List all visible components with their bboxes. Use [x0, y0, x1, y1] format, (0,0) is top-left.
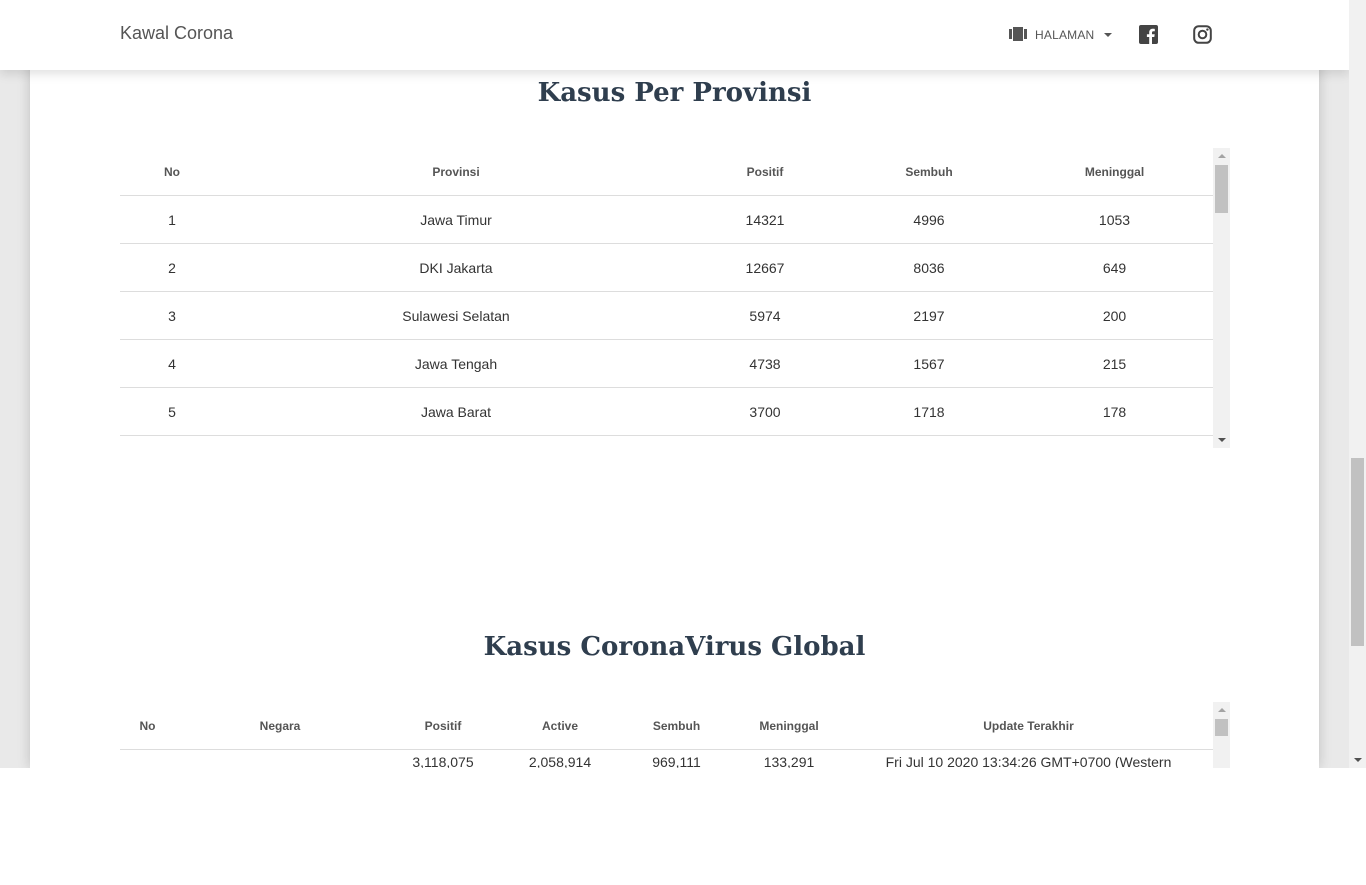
cell-positif: 14321	[688, 195, 842, 244]
cell-no	[120, 750, 175, 769]
provinsi-table-scrollbar[interactable]	[1213, 148, 1230, 448]
cell-meninggal: 1053	[1016, 195, 1213, 244]
table-row: 1 Jawa Timur 14321 4996 1053	[120, 195, 1213, 244]
cell-meninggal: 133,291	[763, 754, 815, 768]
cell-provinsi: Jawa Tengah	[224, 339, 688, 388]
cell-sembuh: 8036	[842, 243, 1016, 292]
cell-positif: 4738	[688, 339, 842, 388]
global-table-container[interactable]: No Negara Positif Active Sembuh Meningga…	[120, 702, 1230, 768]
table-row: 5 Jawa Barat 3700 1718 178	[120, 387, 1213, 436]
page-scrollbar[interactable]	[1349, 0, 1366, 768]
column-header: Positif	[385, 702, 501, 750]
column-header: No	[120, 148, 224, 196]
cell-meninggal: 215	[1016, 339, 1213, 388]
halaman-label: HALAMAN	[1035, 28, 1095, 42]
cell-active: 2,058,914	[528, 754, 592, 768]
provinsi-section-title: Kasus Per Provinsi	[537, 78, 812, 108]
instagram-icon[interactable]	[1193, 25, 1212, 44]
column-header: Sembuh	[842, 148, 1016, 196]
provinsi-table-container[interactable]: No Provinsi Positif Sembuh Meninggal 1 J…	[120, 148, 1230, 448]
column-header: Update Terakhir	[844, 702, 1213, 750]
scrollbar-thumb[interactable]	[1215, 719, 1228, 736]
view-carousel-icon	[1009, 26, 1027, 44]
cell-sembuh: 2197	[842, 291, 1016, 340]
browser-viewport: Kawal Corona HALAMAN Kasus Per Provinsi …	[0, 0, 1366, 768]
column-header: Sembuh	[619, 702, 734, 750]
scroll-up-arrow-icon[interactable]	[1218, 154, 1226, 158]
column-header: Meninggal	[1016, 148, 1213, 196]
table-row: 3 Sulawesi Selatan 5974 2197 200	[120, 291, 1213, 340]
cell-positif: 3700	[688, 387, 842, 436]
cell-positif: 12667	[688, 243, 842, 292]
cell-positif: 3,118,075	[412, 754, 474, 768]
scroll-up-arrow-icon[interactable]	[1218, 708, 1226, 712]
table-row: 2 DKI Jakarta 12667 8036 649	[120, 243, 1213, 292]
cell-provinsi: DKI Jakarta	[224, 243, 688, 292]
cell-negara	[175, 750, 385, 769]
cell-sembuh: 969,111	[652, 754, 701, 768]
column-header: No	[120, 702, 175, 750]
column-header: Provinsi	[224, 148, 688, 196]
cell-no: 1	[120, 195, 224, 244]
cell-provinsi: Jawa Barat	[224, 387, 688, 436]
cell-meninggal: 200	[1016, 291, 1213, 340]
cell-no: 3	[120, 291, 224, 340]
column-header: Positif	[688, 148, 842, 196]
column-header: Meninggal	[734, 702, 844, 750]
facebook-icon[interactable]	[1139, 25, 1158, 44]
table-header-row: No Provinsi Positif Sembuh Meninggal	[120, 148, 1213, 196]
cell-provinsi: Jawa Timur	[224, 195, 688, 244]
table-row: 4 Jawa Tengah 4738 1567 215	[120, 339, 1213, 388]
global-table-scrollbar[interactable]	[1213, 702, 1230, 768]
column-header: Negara	[175, 702, 385, 750]
scroll-down-arrow-icon[interactable]	[1218, 438, 1226, 442]
global-section-title: Kasus CoronaVirus Global	[483, 632, 866, 662]
cell-no: 2	[120, 243, 224, 292]
scrollbar-thumb[interactable]	[1215, 165, 1228, 213]
cell-positif: 5974	[688, 291, 842, 340]
halaman-dropdown[interactable]: HALAMAN	[1009, 26, 1113, 44]
cell-no: 5	[120, 387, 224, 436]
navbar: Kawal Corona HALAMAN	[0, 0, 1349, 70]
provinsi-table: No Provinsi Positif Sembuh Meninggal 1 J…	[120, 148, 1213, 436]
cell-no: 4	[120, 339, 224, 388]
global-table: No Negara Positif Active Sembuh Meningga…	[120, 702, 1213, 768]
brand-link[interactable]: Kawal Corona	[120, 23, 233, 44]
cell-meninggal: 649	[1016, 243, 1213, 292]
cell-meninggal: 178	[1016, 387, 1213, 436]
cell-sembuh: 1718	[842, 387, 1016, 436]
page-scrollbar-thumb[interactable]	[1351, 458, 1364, 646]
cell-update-terakhir: Fri Jul 10 2020 13:34:26 GMT+0700 (Weste…	[885, 754, 1172, 768]
scroll-down-arrow-icon[interactable]	[1354, 758, 1362, 762]
column-header: Active	[501, 702, 619, 750]
caret-down-icon	[1104, 33, 1113, 37]
cell-sembuh: 4996	[842, 195, 1016, 244]
table-row: 3,118,075 2,058,914 969,111 133,291 Fri …	[120, 750, 1213, 769]
cell-sembuh: 1567	[842, 339, 1016, 388]
table-header-row: No Negara Positif Active Sembuh Meningga…	[120, 702, 1213, 750]
cell-provinsi: Sulawesi Selatan	[224, 291, 688, 340]
